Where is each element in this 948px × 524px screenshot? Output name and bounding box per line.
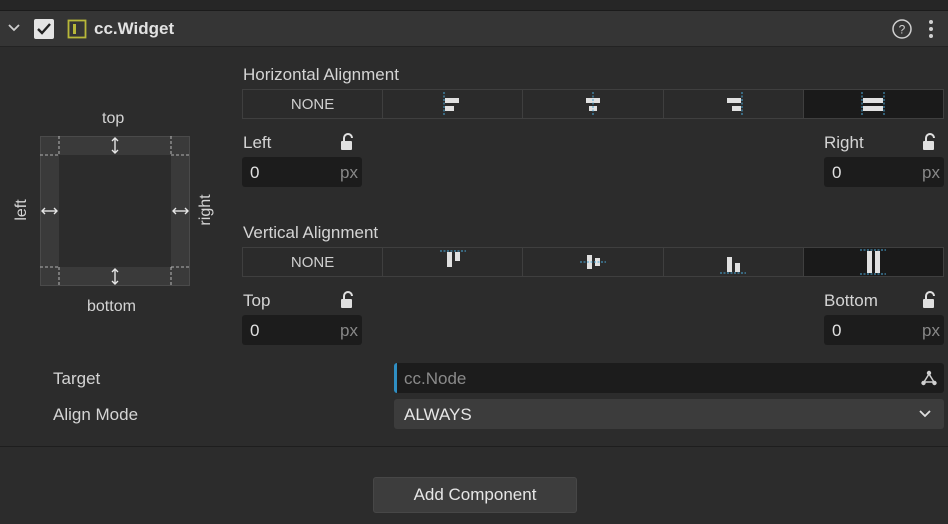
h-align-left-button[interactable] xyxy=(383,90,524,118)
align-v-center-icon xyxy=(580,255,606,269)
target-node-field[interactable]: cc.Node xyxy=(394,363,944,393)
component-title: cc.Widget xyxy=(94,19,175,38)
bottom-input[interactable]: 0 px xyxy=(824,315,944,345)
left-label: Left xyxy=(243,133,272,152)
help-icon[interactable]: ? xyxy=(891,18,913,40)
diagram-top-label: top xyxy=(102,110,125,127)
align-h-stretch-icon xyxy=(861,92,885,116)
bottom-unit: px xyxy=(922,321,940,340)
top-value: 0 xyxy=(250,321,260,340)
h-align-stretch-button[interactable] xyxy=(803,90,944,118)
left-input[interactable]: 0 px xyxy=(242,157,362,187)
left-unlock-icon[interactable] xyxy=(340,133,356,151)
align-top-icon xyxy=(439,250,466,267)
h-align-center-button[interactable] xyxy=(523,90,664,118)
section-divider xyxy=(0,446,948,447)
svg-text:?: ? xyxy=(899,23,906,37)
node-picker-icon[interactable] xyxy=(920,369,938,387)
align-right-icon xyxy=(727,92,743,116)
right-value: 0 xyxy=(832,163,842,182)
bottom-label: Bottom xyxy=(824,291,878,310)
more-options-icon[interactable] xyxy=(925,18,937,40)
align-h-center-icon xyxy=(586,92,600,116)
align-left-icon xyxy=(443,92,459,116)
h-align-none-button[interactable]: NONE xyxy=(243,90,384,118)
vertical-alignment-title: Vertical Alignment xyxy=(243,223,379,242)
h-align-right-button[interactable] xyxy=(664,90,804,118)
right-unit: px xyxy=(922,163,940,182)
enabled-checkbox[interactable] xyxy=(34,19,54,39)
check-icon xyxy=(37,23,51,35)
add-component-button[interactable]: Add Component xyxy=(373,477,577,513)
top-unit: px xyxy=(340,321,358,340)
v-align-bottom-button[interactable] xyxy=(664,248,804,276)
widget-icon xyxy=(67,19,87,39)
top-label: Top xyxy=(243,291,271,310)
diagram-left-label: left xyxy=(13,199,30,221)
align-bottom-icon xyxy=(720,257,747,274)
target-label: Target xyxy=(53,369,101,388)
horizontal-alignment-group: NONE xyxy=(242,89,944,119)
right-input[interactable]: 0 px xyxy=(824,157,944,187)
collapse-chevron-icon[interactable] xyxy=(6,20,22,36)
right-label: Right xyxy=(824,133,864,152)
alignment-diagram[interactable] xyxy=(40,136,190,286)
left-unit: px xyxy=(340,163,358,182)
align-mode-label: Align Mode xyxy=(53,405,139,424)
v-align-top-button[interactable] xyxy=(383,248,524,276)
top-input[interactable]: 0 px xyxy=(242,315,362,345)
target-placeholder: cc.Node xyxy=(404,369,467,388)
top-strip xyxy=(0,0,948,11)
v-align-none-button[interactable]: NONE xyxy=(243,248,384,276)
diagram-bottom-label: bottom xyxy=(87,298,136,315)
vertical-alignment-group: NONE xyxy=(242,247,944,277)
align-mode-select[interactable]: ALWAYS xyxy=(394,399,944,429)
diagram-right-label: right xyxy=(197,194,214,226)
chevron-down-icon xyxy=(919,410,931,418)
left-value: 0 xyxy=(250,163,260,182)
align-mode-value: ALWAYS xyxy=(404,405,472,424)
bottom-value: 0 xyxy=(832,321,842,340)
top-unlock-icon[interactable] xyxy=(340,291,356,309)
horizontal-alignment-title: Horizontal Alignment xyxy=(243,65,399,84)
v-align-stretch-button[interactable] xyxy=(803,248,944,276)
v-align-center-button[interactable] xyxy=(523,248,664,276)
bottom-unlock-icon[interactable] xyxy=(922,291,938,309)
align-v-stretch-icon xyxy=(860,249,887,275)
right-unlock-icon[interactable] xyxy=(922,133,938,151)
